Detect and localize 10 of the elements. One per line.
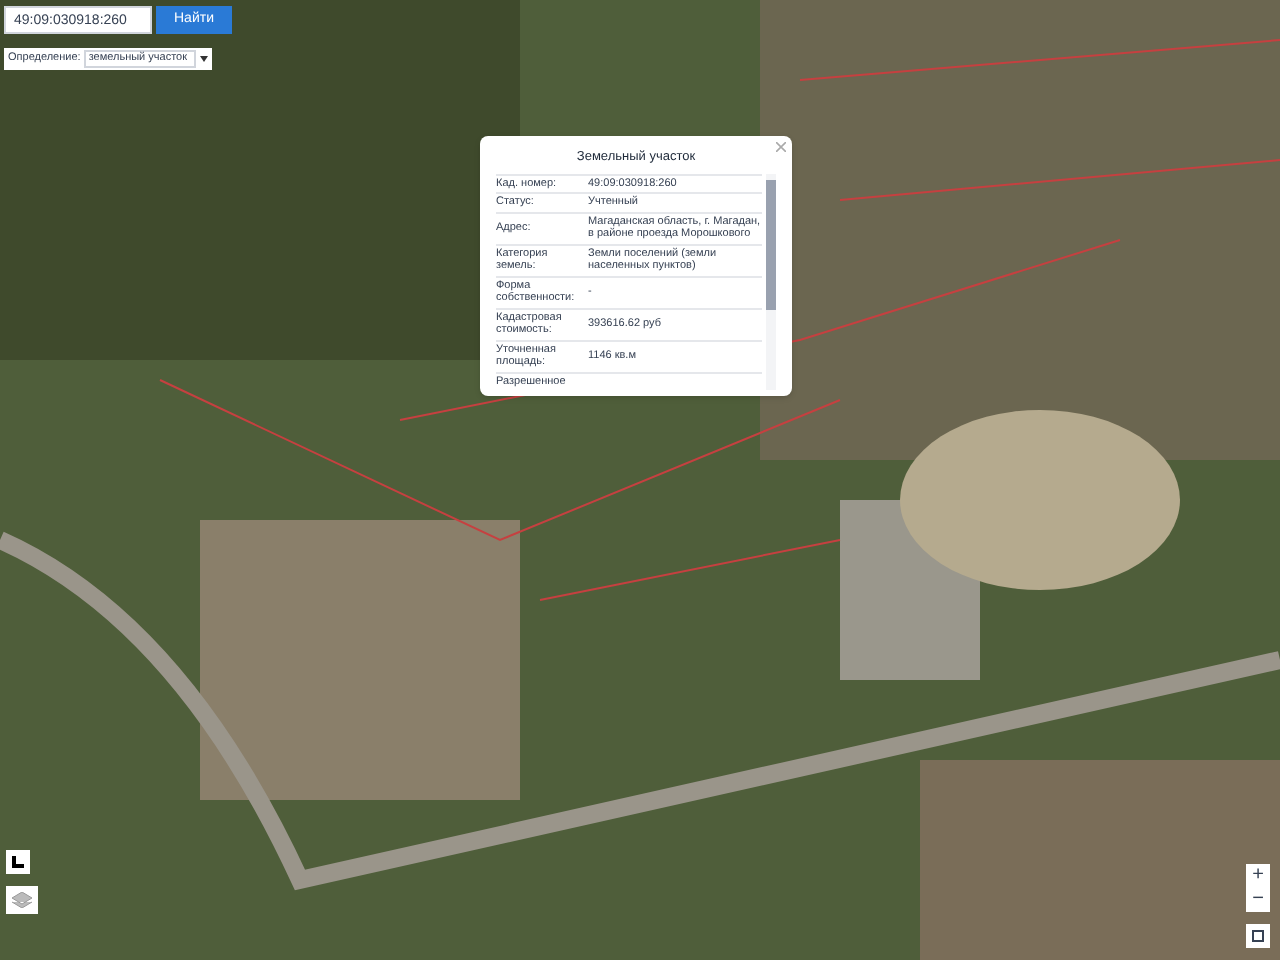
layers-button[interactable]: [6, 886, 38, 914]
scrollbar[interactable]: [766, 173, 776, 391]
zoom-out-button[interactable]: −: [1246, 888, 1270, 912]
zoom-in-button[interactable]: +: [1246, 864, 1270, 888]
layers-icon: [12, 892, 32, 908]
target-icon: [1252, 930, 1264, 942]
fullscreen-button[interactable]: [6, 850, 30, 874]
close-icon[interactable]: [776, 142, 786, 152]
caret-icon: [200, 56, 208, 62]
locate-button[interactable]: [1246, 924, 1270, 948]
